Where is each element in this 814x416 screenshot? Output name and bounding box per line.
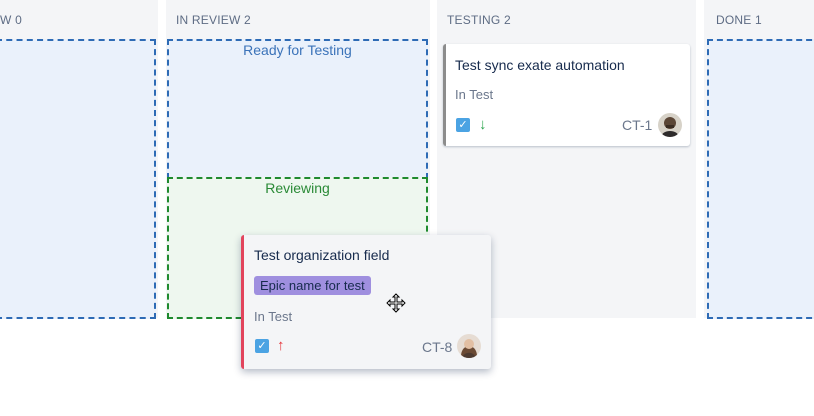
column-header: TESTING 2 <box>447 13 511 27</box>
column-title: TESTING <box>447 13 501 27</box>
issue-key[interactable]: CT-8 <box>422 339 452 355</box>
zone-label: Ready for Testing <box>243 42 352 58</box>
column-header: IN REVIEW 2 <box>176 13 251 27</box>
check-icon: ✓ <box>255 339 269 353</box>
zone-label: Reviewing <box>265 180 330 196</box>
card-title: Test sync exate automation <box>455 57 625 73</box>
issue-card-ct-1[interactable]: Test sync exate automation In Test ✓ ↓ C… <box>443 44 690 146</box>
column-new: W 0 <box>0 0 158 319</box>
column-count: 1 <box>755 13 762 27</box>
column-header: W 0 <box>0 13 22 27</box>
column-header: DONE 1 <box>716 13 762 27</box>
issue-key[interactable]: CT-1 <box>622 117 652 133</box>
column-title: IN REVIEW <box>176 13 241 27</box>
column-count: 2 <box>244 13 251 27</box>
avatar <box>658 113 682 137</box>
issue-card-ct-8-dragging[interactable]: Test organization field Epic name for te… <box>241 235 491 369</box>
drop-zone[interactable] <box>0 39 156 319</box>
column-title: DONE <box>716 13 752 27</box>
card-status: In Test <box>254 309 293 324</box>
column-title: W <box>0 13 12 27</box>
card-color-bar <box>241 235 244 369</box>
arrow-up-icon: ↑ <box>277 337 285 354</box>
drop-zone-ready-for-testing[interactable]: Ready for Testing <box>167 39 428 179</box>
arrow-down-icon: ↓ <box>479 116 487 133</box>
column-count: 0 <box>15 13 22 27</box>
card-status: In Test <box>455 87 494 102</box>
epic-label[interactable]: Epic name for test <box>254 276 371 295</box>
avatar <box>457 334 481 358</box>
check-icon: ✓ <box>456 118 470 132</box>
card-title: Test organization field <box>254 247 390 263</box>
move-cursor-icon <box>386 293 406 313</box>
column-count: 2 <box>503 13 511 27</box>
drop-zone[interactable] <box>707 39 814 319</box>
column-done: DONE 1 <box>704 0 814 319</box>
card-color-bar <box>443 44 446 146</box>
